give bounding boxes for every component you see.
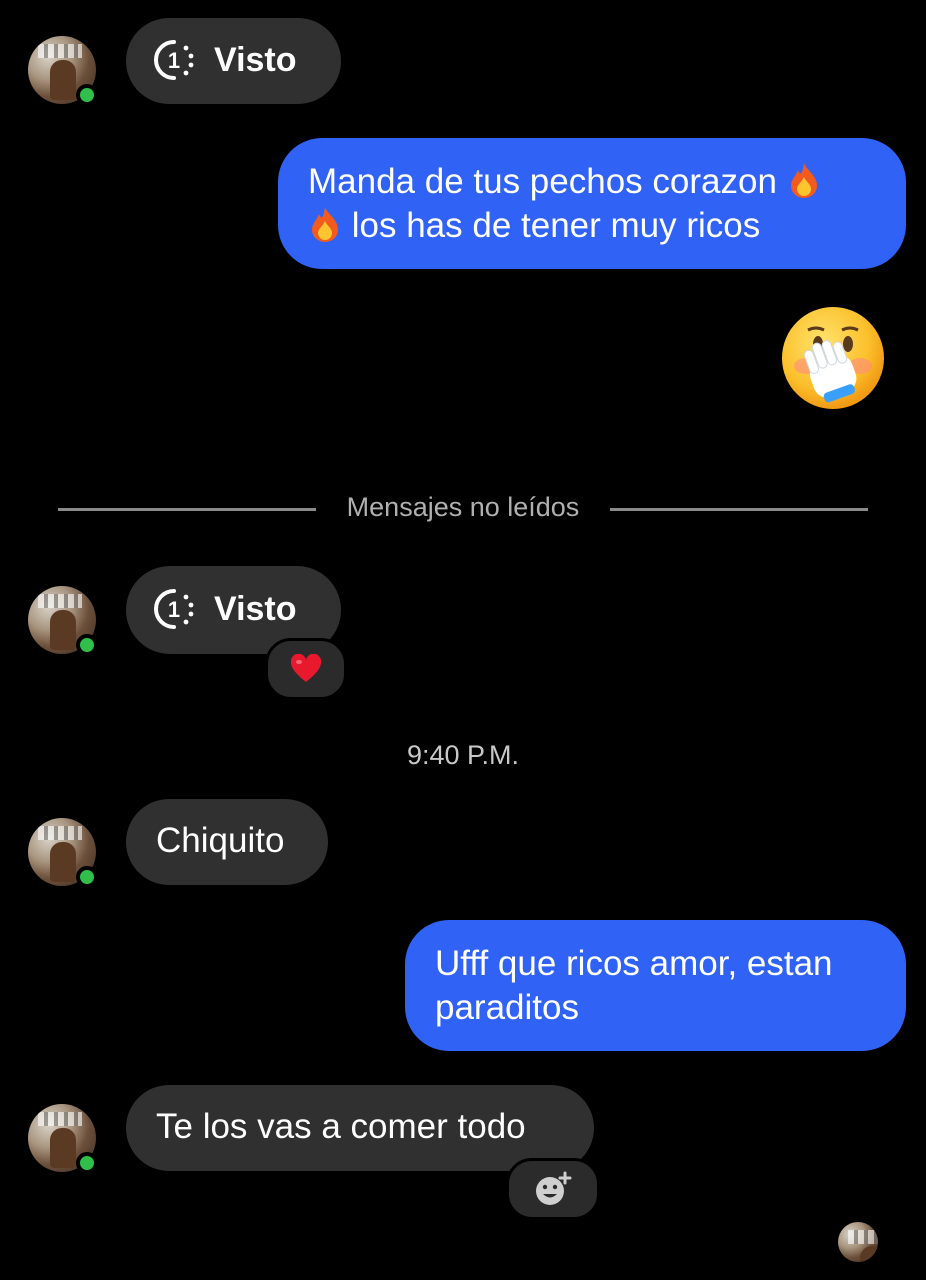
message-text: Te los vas a comer todo xyxy=(156,1107,526,1146)
divider-line-right xyxy=(610,508,868,511)
svg-text:1: 1 xyxy=(168,48,180,73)
message-reaction[interactable] xyxy=(265,638,347,700)
online-status-dot xyxy=(76,84,98,106)
message-text-line: Manda de tus pechos corazon xyxy=(308,162,777,201)
view-once-1-icon: 1 xyxy=(154,589,194,629)
contact-avatar[interactable] xyxy=(28,818,98,888)
online-status-dot xyxy=(76,866,98,888)
fire-emoji-icon xyxy=(312,207,338,242)
fire-emoji-icon xyxy=(790,163,817,198)
outgoing-message[interactable]: Ufff que ricos amor, estan paraditos xyxy=(405,920,906,1051)
add-reaction-button[interactable] xyxy=(506,1158,600,1220)
view-once-message[interactable]: 1 Visto xyxy=(126,18,341,104)
online-status-dot xyxy=(76,634,98,656)
view-once-label: Visto xyxy=(214,590,297,628)
view-once-1-icon: 1 xyxy=(154,40,194,80)
unread-messages-divider: Mensajes no leídos xyxy=(346,492,580,522)
message-timestamp: 9:40 P.M. xyxy=(406,740,520,770)
heart-icon xyxy=(290,654,322,682)
message-text-line: los has de tener muy ricos xyxy=(351,206,761,245)
contact-avatar[interactable] xyxy=(28,1104,98,1174)
divider-line-left xyxy=(58,508,316,511)
view-once-label: Visto xyxy=(214,41,297,79)
message-text: Chiquito xyxy=(156,821,285,860)
hand-over-mouth-emoji[interactable] xyxy=(778,306,888,416)
contact-avatar[interactable] xyxy=(28,586,98,656)
online-status-dot xyxy=(76,1152,98,1174)
outgoing-message[interactable]: Manda de tus pechos corazon los has de t… xyxy=(278,138,906,269)
incoming-message[interactable]: Chiquito xyxy=(126,799,328,885)
add-reaction-icon xyxy=(536,1171,572,1205)
message-text-line: Ufff que ricos amor, estan xyxy=(435,944,833,983)
read-receipt-avatar xyxy=(838,1222,878,1262)
svg-text:1: 1 xyxy=(168,597,180,622)
contact-avatar[interactable] xyxy=(28,36,98,106)
message-text-line: paraditos xyxy=(435,988,579,1027)
